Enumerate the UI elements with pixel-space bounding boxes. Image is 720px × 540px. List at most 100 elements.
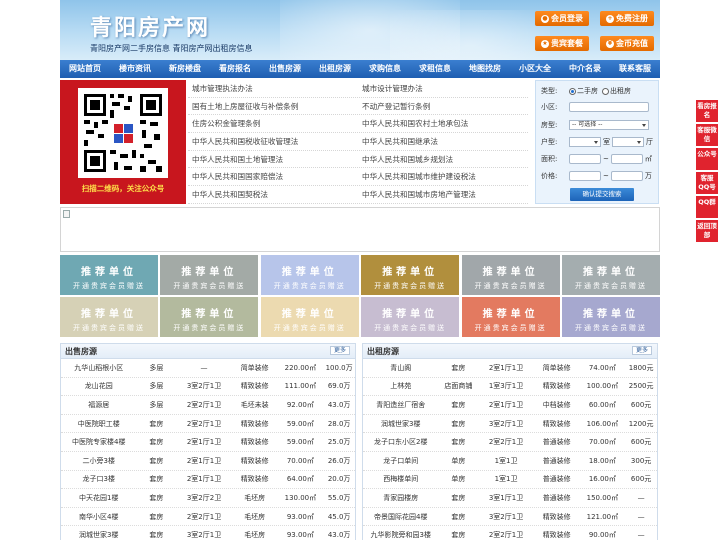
law-link[interactable]: 中华人民共和国农村土地承包法 [358, 115, 528, 132]
rent-listing-row[interactable]: 青家园楼房 套房 3室1厅1卫 普通装修 150.00㎡ — [363, 489, 657, 508]
listing-cell: 121.00㎡ [586, 512, 619, 521]
sale-listing-row[interactable]: 二小旁3楼 套房 2室1厅1卫 精致装修 70.00㎡ 26.0万 [61, 452, 355, 471]
room-select[interactable] [569, 137, 601, 147]
sale-listing-row[interactable]: 中医院专家楼4楼 套房 2室1厅1卫 精致装修 59.00㎡ 25.0万 [61, 433, 355, 452]
user-icon: ● [541, 14, 549, 23]
sale-listing-row[interactable]: 润城世家3楼 套房 3室2厅1卫 毛坯房 93.00㎡ 43.0万 [61, 526, 355, 540]
law-link[interactable]: 中华人民共和国继承法 [358, 133, 528, 150]
law-link[interactable]: 中华人民共和国土地管理法 [188, 151, 358, 168]
type-radio-rent[interactable] [602, 87, 609, 95]
coin-recharge-button[interactable]: ¥ 金币充值 [600, 36, 654, 51]
float-button[interactable]: 看房报名 [696, 100, 718, 122]
listing-cell: 西梅楼单间 [383, 475, 419, 484]
recommended-unit-tile[interactable]: 推荐单位 开通贵宾会员赠送 [60, 297, 158, 337]
law-row: 住房公积金管理条例 中华人民共和国农村土地承包法 [188, 115, 528, 134]
nav-item[interactable]: 新房楼盘 [160, 60, 210, 78]
search-submit-button[interactable]: 确认提交搜索 [570, 188, 634, 201]
law-link[interactable]: 城市设计管理办法 [358, 80, 528, 97]
recommended-unit-tile[interactable]: 推荐单位 开通贵宾会员赠送 [361, 297, 460, 337]
banner-ad[interactable] [60, 207, 660, 252]
nav-item[interactable]: 小区大全 [510, 60, 560, 78]
law-link[interactable]: 国有土地上房屋征收与补偿条例 [188, 98, 358, 115]
law-link[interactable]: 中华人民共和国国家赔偿法 [188, 168, 358, 185]
float-button[interactable]: 客服微信 [696, 124, 718, 146]
price-max-input[interactable] [610, 171, 643, 181]
recommended-unit-tile[interactable]: 推荐单位 开通贵宾会员赠送 [461, 297, 560, 337]
nav-item[interactable]: 求购信息 [360, 60, 410, 78]
nav-item[interactable]: 楼市资讯 [110, 60, 160, 78]
area-min-input[interactable] [569, 154, 601, 164]
sale-more-link[interactable]: 更多 [329, 346, 350, 355]
law-link[interactable]: 住房公积金管理条例 [188, 115, 358, 132]
nav-item[interactable]: 地图找房 [460, 60, 510, 78]
listing-cell: 3室2厅1卫 [186, 382, 222, 391]
law-row: 中华人民共和国契税法 中华人民共和国城市房地产管理法 [188, 186, 528, 204]
sale-listing-row[interactable]: 龙子口3楼 套房 2室1厅1卫 精致装修 64.00㎡ 20.0万 [61, 471, 355, 490]
sale-listing-row[interactable]: 南华小区4楼 套房 2室2厅1卫 毛坯房 93.00㎡ 45.0万 [61, 508, 355, 527]
recommended-unit-tile[interactable]: 推荐单位 开通贵宾会员赠送 [562, 255, 660, 295]
rent-listing-row[interactable]: 青阳造丝厂宿舍 套房 2室1厅1卫 中档装修 60.00㎡ 600元 [363, 396, 657, 415]
float-button[interactable]: QQ群 [696, 196, 718, 218]
recommended-unit-tile[interactable]: 推荐单位 开通贵宾会员赠送 [160, 255, 259, 295]
float-button[interactable]: 客服QQ号 [696, 172, 718, 194]
recommended-units-grid: 推荐单位 开通贵宾会员赠送 推荐单位 开通贵宾会员赠送 推荐单位 开通贵宾会员赠送 推荐单位… [60, 255, 660, 339]
nav-item[interactable]: 出售房源 [260, 60, 310, 78]
law-link[interactable]: 中华人民共和国税收征收管理法 [188, 133, 358, 150]
rent-listing-row[interactable]: 龙子口单间 单房 1室1卫 普通装修 18.00㎡ 300元 [363, 452, 657, 471]
rent-more-link[interactable]: 更多 [631, 346, 652, 355]
hall-select[interactable] [612, 137, 644, 147]
sale-listing-row[interactable]: 福源居 多层 2室2厅1卫 毛坯未装 92.00㎡ 43.0万 [61, 396, 355, 415]
rent-listing-row[interactable]: 润城世家3楼 套房 3室2厅1卫 精致装修 106.00㎡ 1200元 [363, 415, 657, 434]
listing-cell: 多层 [149, 382, 164, 391]
recommended-unit-tile[interactable]: 推荐单位 开通贵宾会员赠送 [160, 297, 259, 337]
recommended-unit-tile[interactable]: 推荐单位 开通贵宾会员赠送 [60, 255, 158, 295]
rent-listing-row[interactable]: 帝景国际花园4楼 套房 3室2厅1卫 精致装修 121.00㎡ — [363, 508, 657, 527]
law-link[interactable]: 不动产登记暂行条例 [358, 98, 528, 115]
price-min-input[interactable] [569, 171, 601, 181]
nav-item[interactable]: 出租房源 [310, 60, 360, 78]
vip-package-button[interactable]: ★ 贵宾套餐 [535, 36, 589, 51]
rent-listing-row[interactable]: 上林苑 店面商铺 1室3厅1卫 精致装修 100.00㎡ 2500元 [363, 378, 657, 397]
area-max-input[interactable] [610, 154, 643, 164]
law-link[interactable]: 中华人民共和国城市维护建设税法 [358, 168, 528, 185]
sale-listing-row[interactable]: 龙山花园 多层 3室2厅1卫 精致装修 111.00㎡ 69.0万 [61, 378, 355, 397]
float-button[interactable]: 返回顶部 [696, 220, 718, 242]
nav-item[interactable]: 网站首页 [60, 60, 110, 78]
sale-listing-row[interactable]: 中医院职工楼 套房 2室2厅1卫 精致装修 59.00㎡ 28.0万 [61, 415, 355, 434]
tile-title: 推荐单位 [583, 309, 639, 320]
housetype-select[interactable]: -- 可选择 -- [569, 120, 649, 130]
recommended-unit-tile[interactable]: 推荐单位 开通贵宾会员赠送 [361, 255, 460, 295]
nav-item[interactable]: 中介名录 [560, 60, 610, 78]
recommended-unit-tile[interactable]: 推荐单位 开通贵宾会员赠送 [461, 255, 560, 295]
listing-cell: — [200, 363, 208, 372]
member-login-button[interactable]: ● 会员登录 [535, 11, 589, 26]
listing-cell: 111.00㎡ [284, 382, 317, 391]
rent-listing-row[interactable]: 西梅楼单间 单房 1室1卫 普通装修 16.00㎡ 600元 [363, 471, 657, 490]
law-link[interactable]: 中华人民共和国城市房地产管理法 [358, 186, 528, 203]
recommended-unit-tile[interactable]: 推荐单位 开通贵宾会员赠送 [260, 297, 359, 337]
float-button[interactable]: 公众号 [696, 148, 718, 170]
tile-subtitle: 开通贵宾会员赠送 [73, 324, 145, 332]
tile-title: 推荐单位 [382, 267, 439, 278]
sale-listing-row[interactable]: 九华山稻根小区 多层 — 简单装修 220.00㎡ 100.0万 [61, 359, 355, 378]
law-link[interactable]: 城市管理执法办法 [188, 80, 358, 97]
listing-cell: 3室2厅1卫 [186, 531, 222, 540]
rent-listing-row[interactable]: 青山阁 套房 2室1厅1卫 简单装修 74.00㎡ 1800元 [363, 359, 657, 378]
nav-item[interactable]: 联系客服 [610, 60, 660, 78]
rent-listing-row[interactable]: 九华影院旁和园3楼 套房 2室2厅1卫 精致装修 90.00㎡ — [363, 526, 657, 540]
type-radio-secondhand[interactable] [569, 87, 576, 95]
law-link[interactable]: 中华人民共和国城乡规划法 [358, 151, 528, 168]
rent-panel-header: 出租房源 更多 [363, 344, 657, 359]
rent-listing-row[interactable]: 龙子口东小区2楼 套房 2室2厅1卫 普通装修 70.00㎡ 600元 [363, 433, 657, 452]
site-logo[interactable]: 青阳房产网 [90, 10, 210, 42]
listing-cell: 18.00㎡ [588, 456, 616, 465]
community-input[interactable] [569, 102, 649, 112]
recommended-unit-tile[interactable]: 推荐单位 开通贵宾会员赠送 [260, 255, 359, 295]
recommended-unit-tile[interactable]: 推荐单位 开通贵宾会员赠送 [562, 297, 660, 337]
sale-listing-row[interactable]: 中天花园1楼 套房 3室2厅2卫 毛坯房 130.00㎡ 55.0万 [61, 489, 355, 508]
free-register-button[interactable]: + 免费注册 [600, 11, 654, 26]
qr-code-image[interactable] [78, 88, 168, 178]
nav-item[interactable]: 求租信息 [410, 60, 460, 78]
nav-item[interactable]: 看房报名 [210, 60, 260, 78]
law-link[interactable]: 中华人民共和国契税法 [188, 186, 358, 203]
